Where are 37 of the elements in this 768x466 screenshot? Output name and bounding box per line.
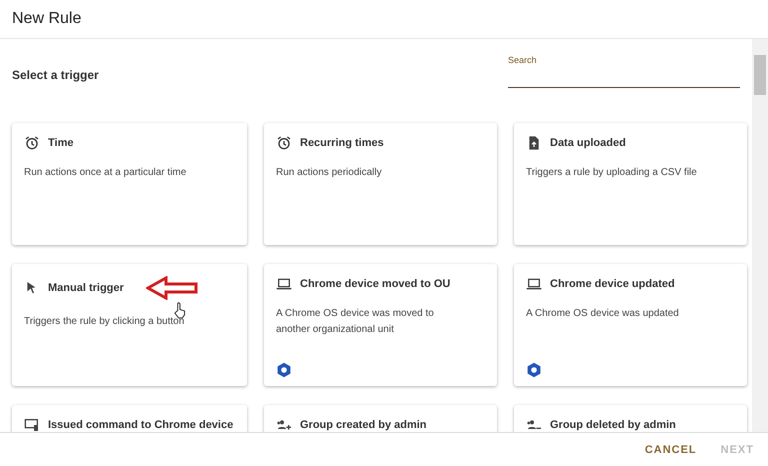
card-title: Issued command to Chrome device	[48, 419, 234, 431]
trigger-card[interactable]: Manual trigger Triggers the rule by clicking a button	[12, 264, 247, 386]
laptop-icon	[276, 276, 292, 292]
scrollbar[interactable]	[752, 39, 768, 432]
trigger-card[interactable]: Group deleted by admin	[514, 405, 747, 432]
dialog-title: New Rule	[12, 10, 82, 28]
card-description: Triggers the rule by clicking a button	[24, 315, 186, 329]
card-title: Group created by admin	[300, 419, 427, 431]
hexagon-badge-icon	[276, 362, 292, 378]
dialog-button[interactable]: CANCEL	[636, 440, 705, 460]
card-title: Recurring times	[300, 137, 384, 149]
alarm-icon	[276, 135, 292, 151]
card-title: Data uploaded	[550, 137, 626, 149]
card-title: Manual trigger	[48, 282, 124, 294]
card-description: Run actions once at a particular time	[24, 166, 188, 180]
device-command-icon	[24, 417, 40, 432]
card-title: Chrome device updated	[550, 278, 675, 290]
laptop-icon	[526, 276, 542, 292]
trigger-card[interactable]: Group created by admin	[264, 405, 497, 432]
trigger-card[interactable]: Issued command to Chrome device	[12, 405, 247, 432]
card-description: Triggers a rule by uploading a CSV file	[526, 166, 698, 180]
trigger-card[interactable]: Data uploaded Triggers a rule by uploading a CSV file	[514, 123, 747, 245]
search-field[interactable]: Search	[508, 55, 740, 88]
alarm-icon	[24, 135, 40, 151]
hexagon-badge-icon	[526, 362, 542, 378]
trigger-card[interactable]: Time Run actions once at a particular time	[12, 123, 247, 245]
section-title: Select a trigger	[12, 68, 99, 82]
card-title: Time	[48, 137, 74, 149]
card-description: A Chrome OS device was updated	[526, 307, 680, 321]
card-description: Run actions periodically	[276, 166, 383, 180]
trigger-card[interactable]: Chrome device moved to OU A Chrome OS device was moved to another organizational unit	[264, 264, 497, 386]
trigger-card[interactable]: Chrome device updated A Chrome OS device was updated	[514, 264, 747, 386]
annotation-arrow-icon	[146, 276, 198, 300]
card-title: Chrome device moved to OU	[300, 278, 450, 290]
card-title: Group deleted by admin	[550, 419, 676, 431]
card-description: A Chrome OS device was moved to another organizational unit	[276, 307, 435, 337]
trigger-card[interactable]: Recurring times Run actions periodically	[264, 123, 497, 245]
